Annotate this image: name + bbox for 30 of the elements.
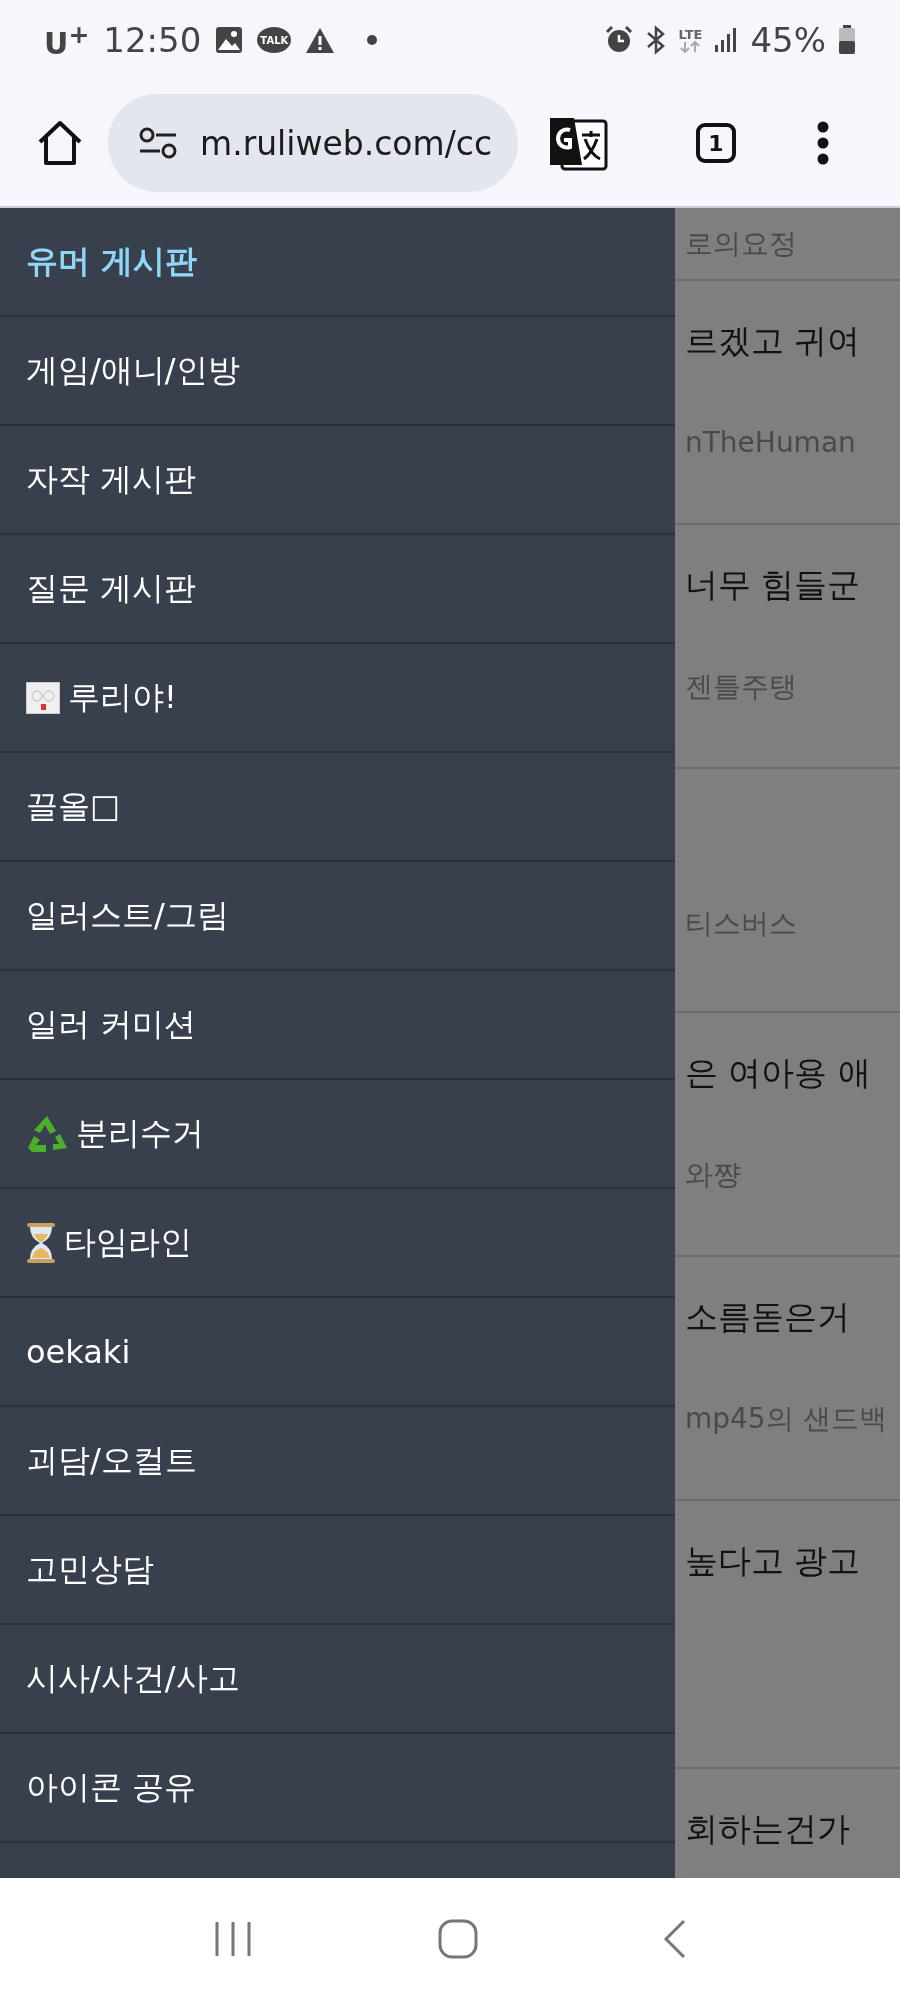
chat-notification-icon: TALK [257,27,292,53]
battery-level: 45% [750,20,826,60]
signal-icon [714,27,739,53]
home-icon[interactable] [36,120,84,166]
battery-icon [838,25,856,55]
post-title: 회하는건가 [685,1808,851,1850]
post-title: 소름돋은거 [685,1296,851,1338]
tab-count-button[interactable]: 1 [696,123,736,163]
menu-item[interactable]: 타임라인 [0,1189,675,1298]
address-bar[interactable]: m.ruliweb.com/cc [108,94,518,192]
back-icon[interactable] [663,1919,688,1959]
network-label: LTE [678,27,703,53]
image-icon [215,26,244,54]
carrier-label: U$^{+}$ [44,19,90,61]
post-title: 르겠고 귀여 [685,320,862,362]
translate-icon[interactable] [548,115,608,171]
clock: 12:50 [103,20,202,60]
menu-item[interactable]: 루리야! [0,644,675,753]
thumbnail-icon [26,681,60,714]
alarm-icon [604,26,633,54]
post-title: 높다고 광고 [685,1540,862,1582]
hourglass-icon [26,1221,56,1264]
post-title: 너무 힘들군 [685,564,862,606]
url-text: m.ruliweb.com/cc [200,123,493,163]
post-title: 은 여아용 애 [685,1052,872,1094]
menu-icon[interactable] [816,121,830,165]
home-button-icon[interactable] [438,1919,478,1959]
tune-icon[interactable] [138,127,178,159]
warning-icon [305,26,336,54]
dot-icon [367,35,378,45]
